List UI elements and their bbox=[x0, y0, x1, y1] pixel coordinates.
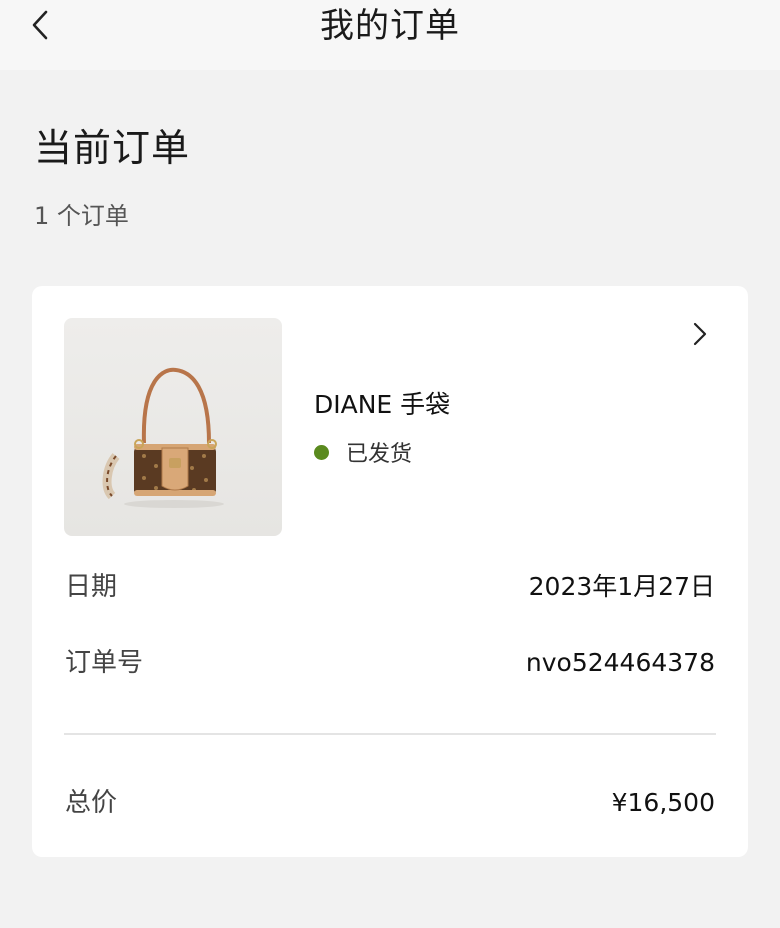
order-number-value: nvo524464378 bbox=[525, 648, 715, 677]
status-text: 已发货 bbox=[346, 442, 413, 467]
order-card[interactable]: DIANE 手袋 已发货 日期 2023年1月27日 订单号 nvo524464… bbox=[32, 286, 748, 857]
order-number-label: 订单号 bbox=[65, 648, 144, 678]
product-name: DIANE 手袋 bbox=[314, 390, 451, 419]
status-badge: 已发货 bbox=[314, 436, 412, 468]
order-count: 1 个订单 bbox=[34, 202, 129, 230]
status-dot-icon bbox=[314, 444, 329, 460]
section-title: 当前订单 bbox=[34, 126, 191, 170]
total-label: 总价 bbox=[65, 788, 118, 818]
date-value: 2023年1月27日 bbox=[528, 572, 715, 601]
top-bar: 我的订单 bbox=[0, 0, 780, 70]
handbag-image bbox=[102, 367, 224, 508]
product-image[interactable] bbox=[64, 318, 282, 536]
page-title: 我的订单 bbox=[320, 6, 460, 46]
total-value: ¥16,500 bbox=[611, 788, 715, 817]
date-label: 日期 bbox=[65, 572, 118, 602]
divider bbox=[64, 733, 716, 735]
chevron-right-icon[interactable] bbox=[688, 320, 712, 348]
